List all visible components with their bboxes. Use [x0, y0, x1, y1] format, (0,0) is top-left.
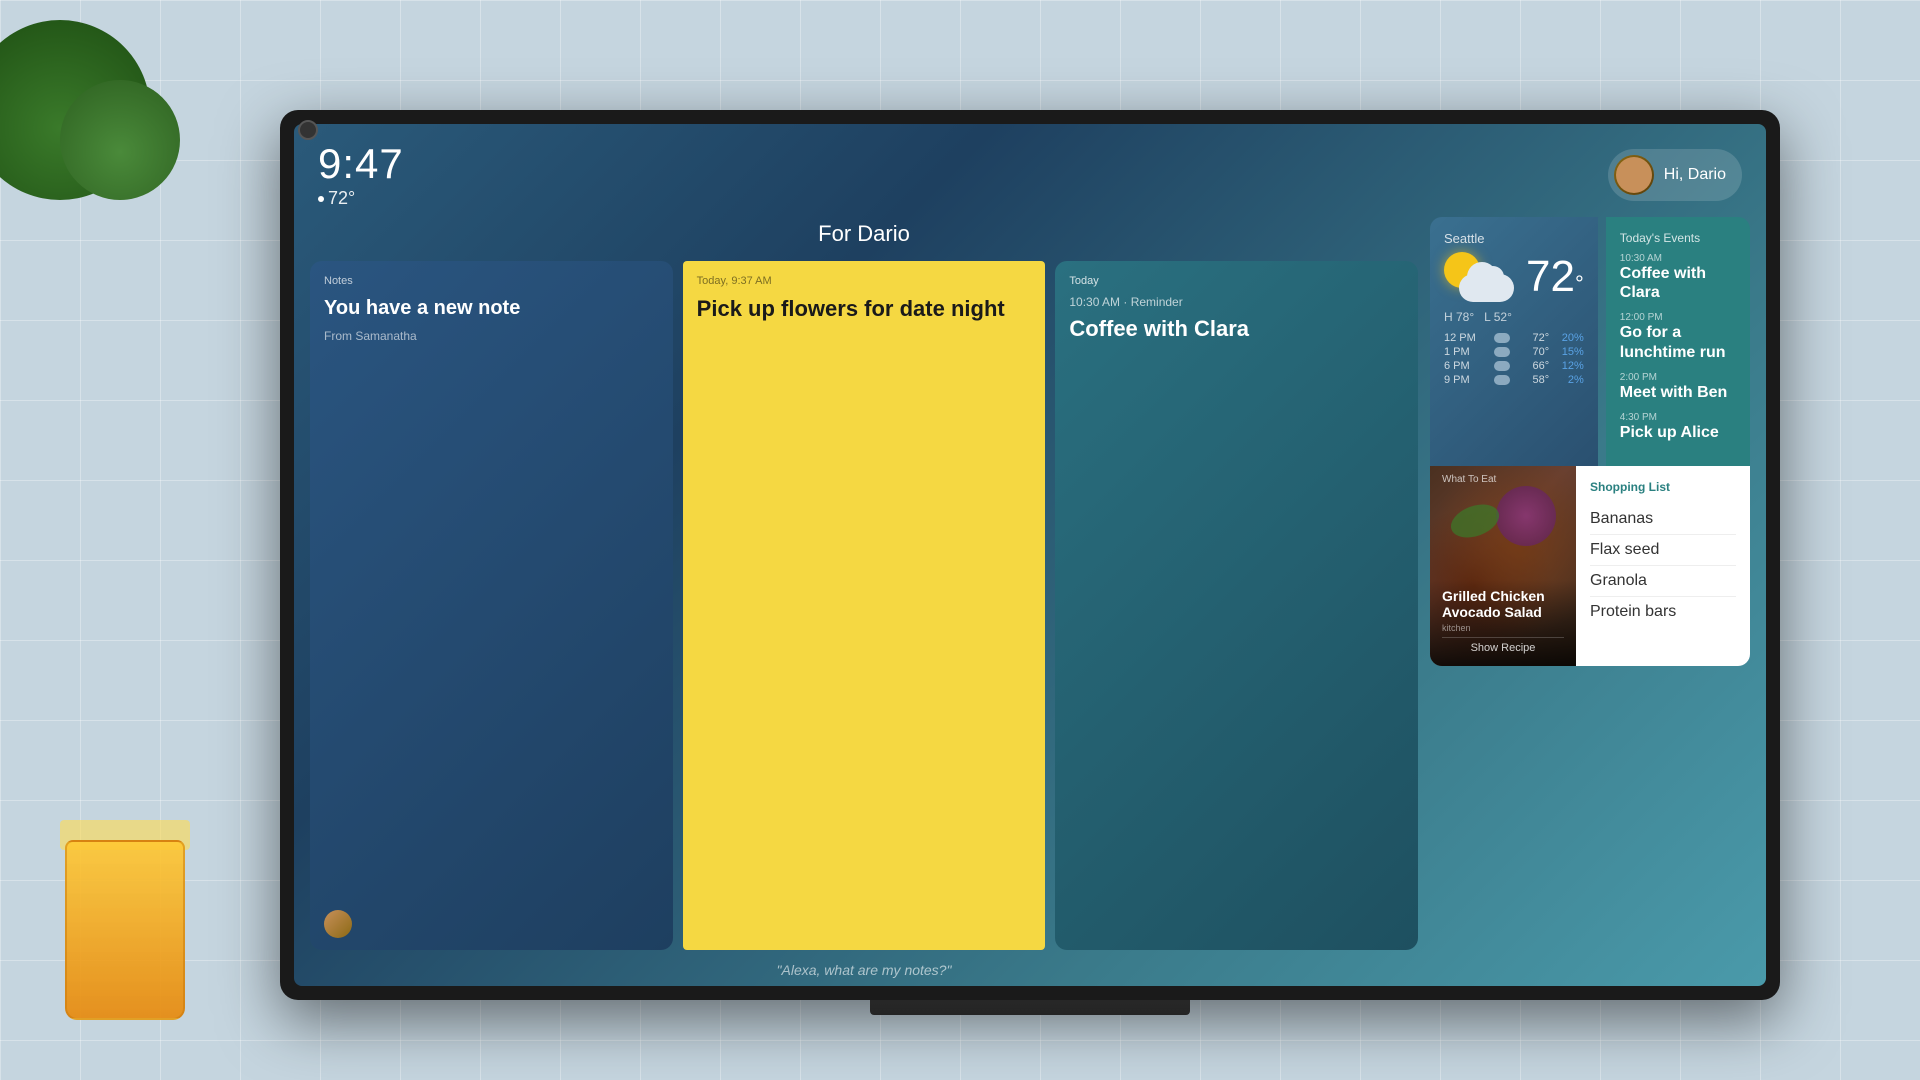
food-onion-decoration — [1496, 486, 1556, 546]
forecast-row-0: 12 PM 72° 20% — [1444, 332, 1584, 344]
forecast-time-2: 6 PM — [1444, 360, 1484, 372]
camera-dot — [298, 120, 318, 140]
shopping-item-3[interactable]: Protein bars — [1590, 597, 1736, 627]
main-layout: For Dario Notes You have a new note From… — [294, 217, 1766, 986]
forecast-temp-2: 66° — [1519, 360, 1549, 372]
event-name-0: Coffee with Clara — [1620, 264, 1736, 302]
header-bar: 9:47 72° Hi, Dario — [294, 124, 1766, 217]
note-sender-avatar — [324, 910, 352, 938]
event-time-0: 10:30 AM — [1620, 253, 1736, 264]
event-item-1[interactable]: 12:00 PM Go for a lunchtime run — [1620, 312, 1736, 361]
left-panel: For Dario Notes You have a new note From… — [310, 217, 1418, 986]
weather-low: L 52° — [1484, 310, 1512, 324]
event-time-3: 4:30 PM — [1620, 412, 1736, 423]
shopping-item-2[interactable]: Granola — [1590, 566, 1736, 597]
forecast-row-1: 1 PM 70° 15% — [1444, 346, 1584, 358]
weather-icon — [1444, 252, 1514, 302]
screen-content: 9:47 72° Hi, Dario — [294, 124, 1766, 986]
event-name-2: Meet with Ben — [1620, 383, 1736, 402]
forecast-cloud-2 — [1494, 361, 1510, 371]
bottom-right-row: What To Eat Grilled Chicken Avocado Sala… — [1430, 466, 1750, 666]
food-section-label: What To Eat — [1442, 474, 1496, 485]
time-display: 9:47 — [318, 140, 404, 188]
forecast-pct-2: 12% — [1559, 360, 1584, 372]
alexa-prompt: "Alexa, what are my notes?" — [310, 950, 1418, 986]
weather-main: 72° — [1444, 252, 1584, 302]
temp-value: 72° — [328, 188, 355, 209]
temp-dot — [318, 196, 324, 202]
reminder-time: 10:30 AM · Reminder — [1069, 295, 1404, 309]
forecast-pct-3: 2% — [1559, 374, 1584, 386]
sticky-note-text: Pick up flowers for date night — [697, 295, 1032, 324]
reminder-card[interactable]: Today 10:30 AM · Reminder Coffee with Cl… — [1055, 261, 1418, 950]
sticky-note-card[interactable]: Today, 9:37 AM Pick up flowers for date … — [683, 261, 1046, 950]
note-card-title: You have a new note — [324, 295, 659, 321]
monitor-bezel: 9:47 72° Hi, Dario — [280, 110, 1780, 1000]
event-time-2: 2:00 PM — [1620, 372, 1736, 383]
shopping-item-0[interactable]: Bananas — [1590, 504, 1736, 535]
echo-show-screen: 9:47 72° Hi, Dario — [294, 124, 1766, 986]
weather-temp: 72° — [1526, 252, 1584, 302]
monitor-frame: 9:47 72° Hi, Dario — [280, 110, 1780, 1000]
forecast-row-3: 9 PM 58° 2% — [1444, 374, 1584, 386]
user-avatar-face — [1616, 157, 1652, 193]
event-name-1: Go for a lunchtime run — [1620, 323, 1736, 361]
forecast-cloud-1 — [1494, 347, 1510, 357]
event-item-0[interactable]: 10:30 AM Coffee with Clara — [1620, 253, 1736, 302]
forecast-pct-0: 20% — [1559, 332, 1584, 344]
food-recipe-name: Grilled Chicken Avocado Salad — [1442, 588, 1564, 622]
weather-city: Seattle — [1444, 231, 1584, 246]
shopping-list-title: Shopping List — [1590, 480, 1736, 494]
temp-display: 72° — [318, 188, 404, 209]
forecast-cloud-0 — [1494, 333, 1510, 343]
events-title: Today's Events — [1620, 231, 1736, 245]
reminder-day: Today — [1069, 275, 1098, 287]
user-greeting[interactable]: Hi, Dario — [1608, 149, 1742, 201]
time-section: 9:47 72° — [318, 140, 404, 209]
forecast-temp-3: 58° — [1519, 374, 1549, 386]
food-kitchen-label: kitchen — [1442, 623, 1564, 633]
event-item-2[interactable]: 2:00 PM Meet with Ben — [1620, 372, 1736, 402]
plant-decoration — [0, 0, 200, 300]
food-title-area: Grilled Chicken Avocado Salad kitchen Sh… — [1430, 580, 1576, 667]
cards-row: Notes You have a new note From Samanatha… — [310, 261, 1418, 950]
forecast-time-1: 1 PM — [1444, 346, 1484, 358]
food-widget[interactable]: What To Eat Grilled Chicken Avocado Sala… — [1430, 466, 1576, 666]
for-dario-title: For Dario — [310, 221, 1418, 247]
note-card[interactable]: Notes You have a new note From Samanatha — [310, 261, 673, 950]
right-panel: Seattle 72° — [1430, 217, 1750, 986]
weather-forecast: 12 PM 72° 20% 1 PM 70° — [1444, 332, 1584, 386]
forecast-cloud-3 — [1494, 375, 1510, 385]
shopping-list-widget: Shopping List Bananas Flax seed Granola … — [1576, 466, 1750, 666]
event-time-1: 12:00 PM — [1620, 312, 1736, 323]
events-widget: Today's Events 10:30 AM Coffee with Clar… — [1606, 217, 1750, 466]
weather-high: H 78° — [1444, 310, 1474, 324]
forecast-temp-0: 72° — [1519, 332, 1549, 344]
event-item-3[interactable]: 4:30 PM Pick up Alice — [1620, 412, 1736, 442]
forecast-temp-1: 70° — [1519, 346, 1549, 358]
forecast-pct-1: 15% — [1559, 346, 1584, 358]
greeting-text: Hi, Dario — [1664, 166, 1726, 184]
forecast-row-2: 6 PM 66° 12% — [1444, 360, 1584, 372]
orange-juice-glass — [60, 820, 190, 1020]
reminder-title: Coffee with Clara — [1069, 315, 1404, 344]
event-name-3: Pick up Alice — [1620, 423, 1736, 442]
weather-widget[interactable]: Seattle 72° — [1430, 217, 1598, 466]
right-top-row: Seattle 72° — [1430, 217, 1750, 466]
user-avatar — [1614, 155, 1654, 195]
weather-range: H 78° L 52° — [1444, 310, 1584, 324]
reminder-label-row: Today — [1069, 275, 1404, 287]
note-card-label: Notes — [324, 275, 659, 287]
cloud-icon — [1459, 274, 1514, 302]
sticky-note-time: Today, 9:37 AM — [697, 275, 1032, 287]
forecast-time-0: 12 PM — [1444, 332, 1484, 344]
note-card-from: From Samanatha — [324, 329, 659, 343]
shopping-item-1[interactable]: Flax seed — [1590, 535, 1736, 566]
show-recipe-button[interactable]: Show Recipe — [1442, 637, 1564, 658]
forecast-time-3: 9 PM — [1444, 374, 1484, 386]
